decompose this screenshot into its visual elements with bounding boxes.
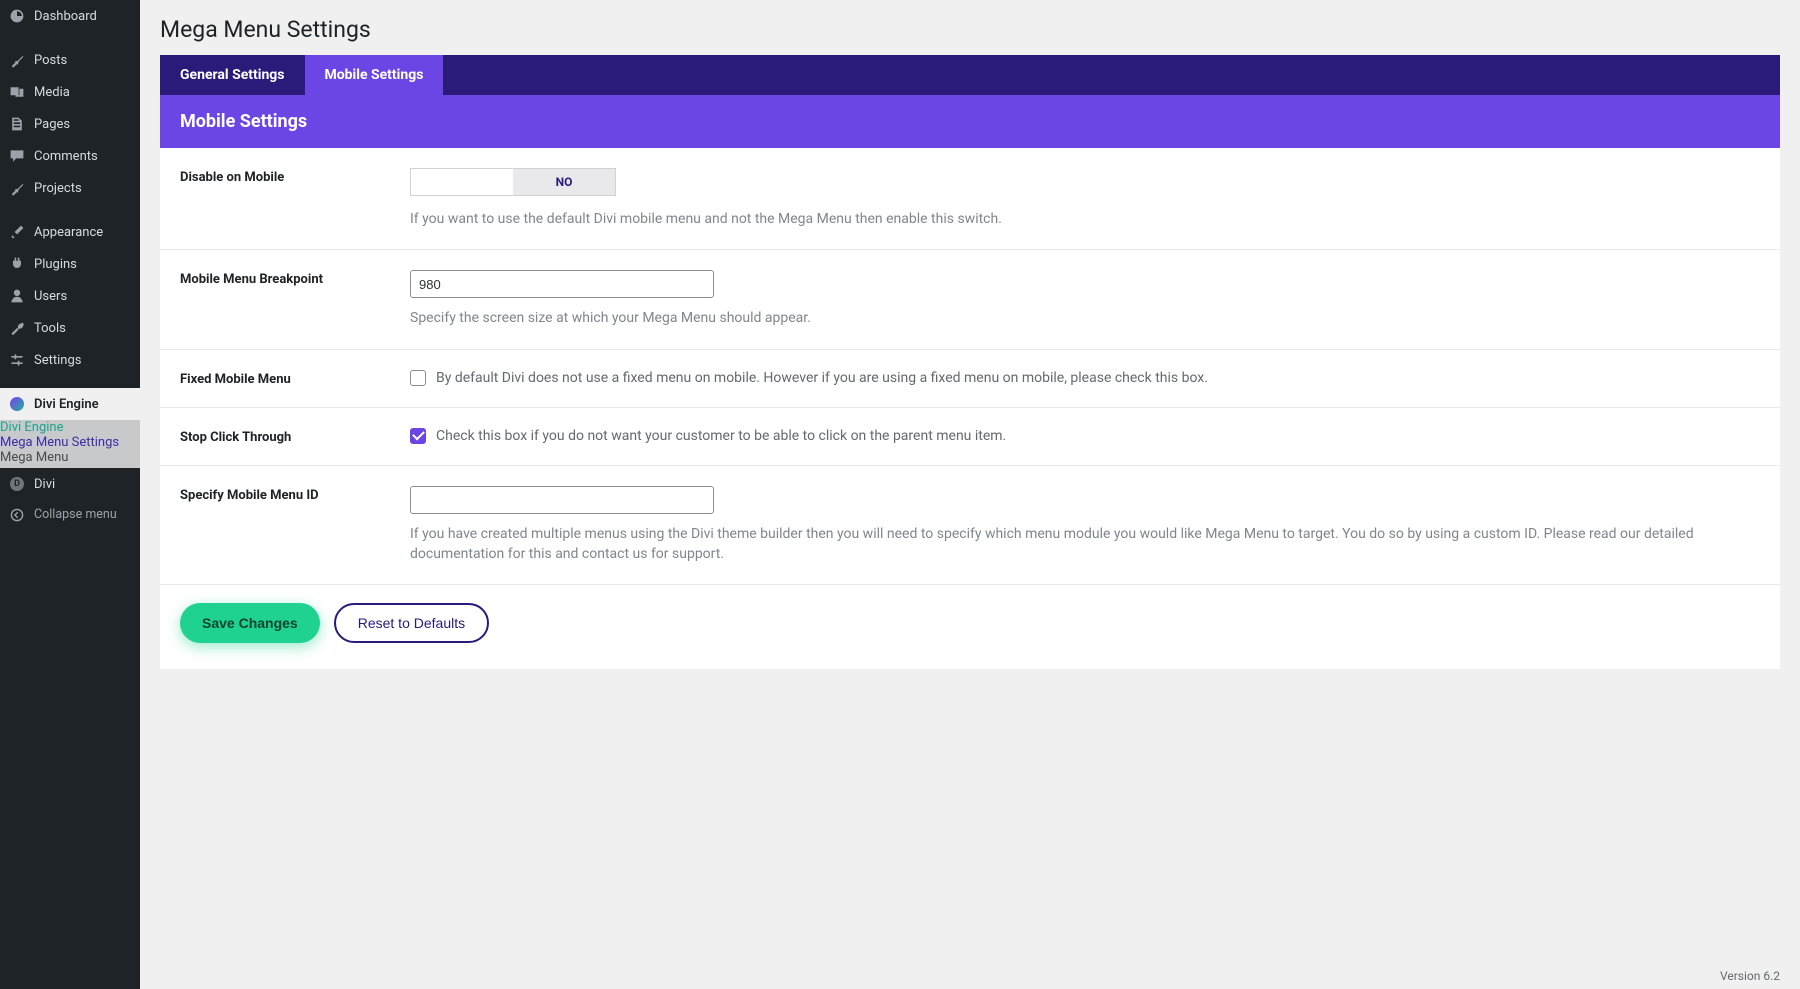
sidebar-item-settings[interactable]: Settings xyxy=(0,344,140,376)
sidebar-item-label: Media xyxy=(34,85,70,100)
sidebar-item-divi-engine[interactable]: Divi Engine xyxy=(0,388,140,420)
dashboard-icon xyxy=(8,7,26,25)
label-menu-id: Specify Mobile Menu ID xyxy=(180,486,380,503)
sidebar-item-label: Divi Engine xyxy=(34,397,99,412)
page-title: Mega Menu Settings xyxy=(160,16,1780,43)
sidebar-item-label: Dashboard xyxy=(34,9,97,24)
sidebar-item-tools[interactable]: Tools xyxy=(0,312,140,344)
pin-icon xyxy=(8,179,26,197)
sidebar-item-plugins[interactable]: Plugins xyxy=(0,248,140,280)
collapse-label: Collapse menu xyxy=(34,507,117,522)
toggle-half-yes xyxy=(411,169,513,195)
admin-sidebar: Dashboard Posts Media Pages Comments Pro… xyxy=(0,0,140,989)
divi-icon: D xyxy=(8,475,26,493)
sidebar-item-label: Appearance xyxy=(34,225,103,240)
sidebar-subitem-divi-engine[interactable]: Divi Engine xyxy=(0,420,140,435)
sidebar-item-media[interactable]: Media xyxy=(0,76,140,108)
section-header: Mobile Settings xyxy=(160,95,1780,148)
row-stop-click: Stop Click Through Check this box if you… xyxy=(160,408,1780,466)
desc-stop-click: Check this box if you do not want your c… xyxy=(436,428,1006,444)
sidebar-submenu-divi-engine: Divi Engine Mega Menu Settings Mega Menu xyxy=(0,420,140,468)
sliders-icon xyxy=(8,351,26,369)
sidebar-item-label: Plugins xyxy=(34,257,77,272)
desc-fixed-mobile: By default Divi does not use a fixed men… xyxy=(436,370,1208,386)
settings-form: Disable on Mobile NO If you want to use … xyxy=(160,148,1780,669)
sidebar-item-label: Divi xyxy=(34,477,55,492)
plug-icon xyxy=(8,255,26,273)
input-menu-id[interactable] xyxy=(410,486,714,514)
settings-tabs: General Settings Mobile Settings xyxy=(160,55,1780,95)
label-breakpoint: Mobile Menu Breakpoint xyxy=(180,270,380,287)
sidebar-item-label: Users xyxy=(34,289,67,304)
tab-mobile-settings[interactable]: Mobile Settings xyxy=(305,55,444,95)
button-row: Save Changes Reset to Defaults xyxy=(160,585,1780,669)
sidebar-item-label: Settings xyxy=(34,353,81,368)
sidebar-item-label: Pages xyxy=(34,117,70,132)
sidebar-item-posts[interactable]: Posts xyxy=(0,44,140,76)
collapse-icon xyxy=(8,508,26,522)
row-fixed-mobile: Fixed Mobile Menu By default Divi does n… xyxy=(160,350,1780,408)
toggle-half-no: NO xyxy=(513,169,615,195)
sidebar-item-dashboard[interactable]: Dashboard xyxy=(0,0,140,32)
media-icon xyxy=(8,83,26,101)
brush-icon xyxy=(8,223,26,241)
save-button[interactable]: Save Changes xyxy=(180,603,320,643)
sidebar-item-pages[interactable]: Pages xyxy=(0,108,140,140)
input-breakpoint[interactable] xyxy=(410,270,714,298)
comments-icon xyxy=(8,147,26,165)
version-label: Version 6.2 xyxy=(1720,969,1780,983)
pages-icon xyxy=(8,115,26,133)
sidebar-item-projects[interactable]: Projects xyxy=(0,172,140,204)
sidebar-item-appearance[interactable]: Appearance xyxy=(0,216,140,248)
row-menu-id: Specify Mobile Menu ID If you have creat… xyxy=(160,466,1780,586)
tab-general-settings[interactable]: General Settings xyxy=(160,55,305,95)
sidebar-item-label: Tools xyxy=(34,321,66,336)
desc-breakpoint: Specify the screen size at which your Me… xyxy=(410,308,1760,328)
toggle-disable-on-mobile[interactable]: NO xyxy=(410,168,616,196)
checkbox-fixed-mobile[interactable] xyxy=(410,370,426,386)
collapse-menu[interactable]: Collapse menu xyxy=(0,500,140,529)
divi-engine-icon xyxy=(8,395,26,413)
sidebar-item-divi[interactable]: D Divi xyxy=(0,468,140,500)
reset-button[interactable]: Reset to Defaults xyxy=(334,603,489,643)
settings-card: General Settings Mobile Settings Mobile … xyxy=(160,55,1780,669)
sidebar-item-label: Posts xyxy=(34,53,67,68)
sidebar-item-users[interactable]: Users xyxy=(0,280,140,312)
sidebar-item-label: Projects xyxy=(34,181,82,196)
label-stop-click: Stop Click Through xyxy=(180,428,380,445)
row-disable-on-mobile: Disable on Mobile NO If you want to use … xyxy=(160,148,1780,250)
pin-icon xyxy=(8,51,26,69)
sidebar-item-label: Comments xyxy=(34,149,98,164)
label-fixed-mobile: Fixed Mobile Menu xyxy=(180,370,380,387)
row-breakpoint: Mobile Menu Breakpoint Specify the scree… xyxy=(160,250,1780,349)
desc-disable-on-mobile: If you want to use the default Divi mobi… xyxy=(410,209,1760,229)
user-icon xyxy=(8,287,26,305)
desc-menu-id: If you have created multiple menus using… xyxy=(410,524,1760,565)
sidebar-item-comments[interactable]: Comments xyxy=(0,140,140,172)
label-disable-on-mobile: Disable on Mobile xyxy=(180,168,380,185)
main-content: Mega Menu Settings General Settings Mobi… xyxy=(140,0,1800,989)
sidebar-subitem-mega-menu[interactable]: Mega Menu xyxy=(0,450,140,465)
checkbox-stop-click[interactable] xyxy=(410,428,426,444)
sidebar-subitem-mega-menu-settings[interactable]: Mega Menu Settings xyxy=(0,435,140,450)
wrench-icon xyxy=(8,319,26,337)
